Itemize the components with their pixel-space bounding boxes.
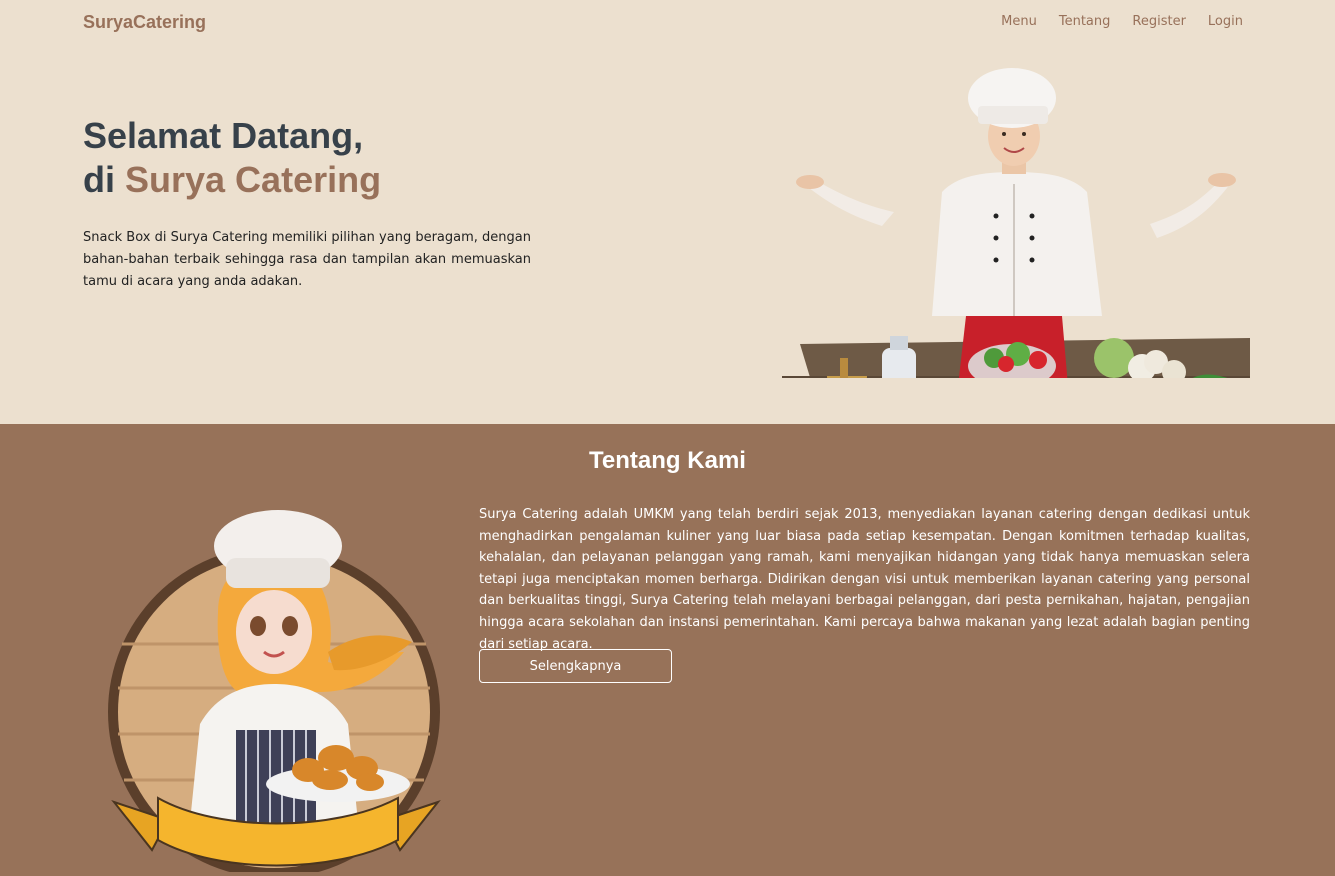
hero-title-line1: Selamat Datang, (83, 115, 364, 156)
hijab-chef-illustration (108, 510, 441, 872)
chef-illustration (782, 68, 1250, 378)
nav-link-tentang[interactable]: Tentang (1059, 14, 1111, 29)
about-title: Tentang Kami (589, 447, 746, 474)
selengkapnya-button[interactable]: Selengkapnya (479, 649, 672, 683)
nav-link-login[interactable]: Login (1208, 14, 1243, 29)
hero-title-accent: Surya Catering (125, 159, 382, 200)
hero-title: Selamat Datang, di Surya Catering (83, 114, 381, 202)
nav-link-menu[interactable]: Menu (1001, 14, 1037, 29)
nav-links: Menu Tentang Register Login (1001, 14, 1243, 29)
nav-link-register[interactable]: Register (1132, 14, 1186, 29)
navbar: SuryaCatering Menu Tentang Register Logi… (0, 0, 1335, 46)
about-description: Surya Catering adalah UMKM yang telah be… (479, 507, 1250, 652)
hero-description: Snack Box di Surya Catering memiliki pil… (83, 230, 531, 289)
hero-title-prefix: di (83, 159, 125, 200)
brand-logo[interactable]: SuryaCatering (83, 12, 206, 33)
about-section: Tentang Kami Surya Catering adalah UMKM … (0, 424, 1335, 876)
